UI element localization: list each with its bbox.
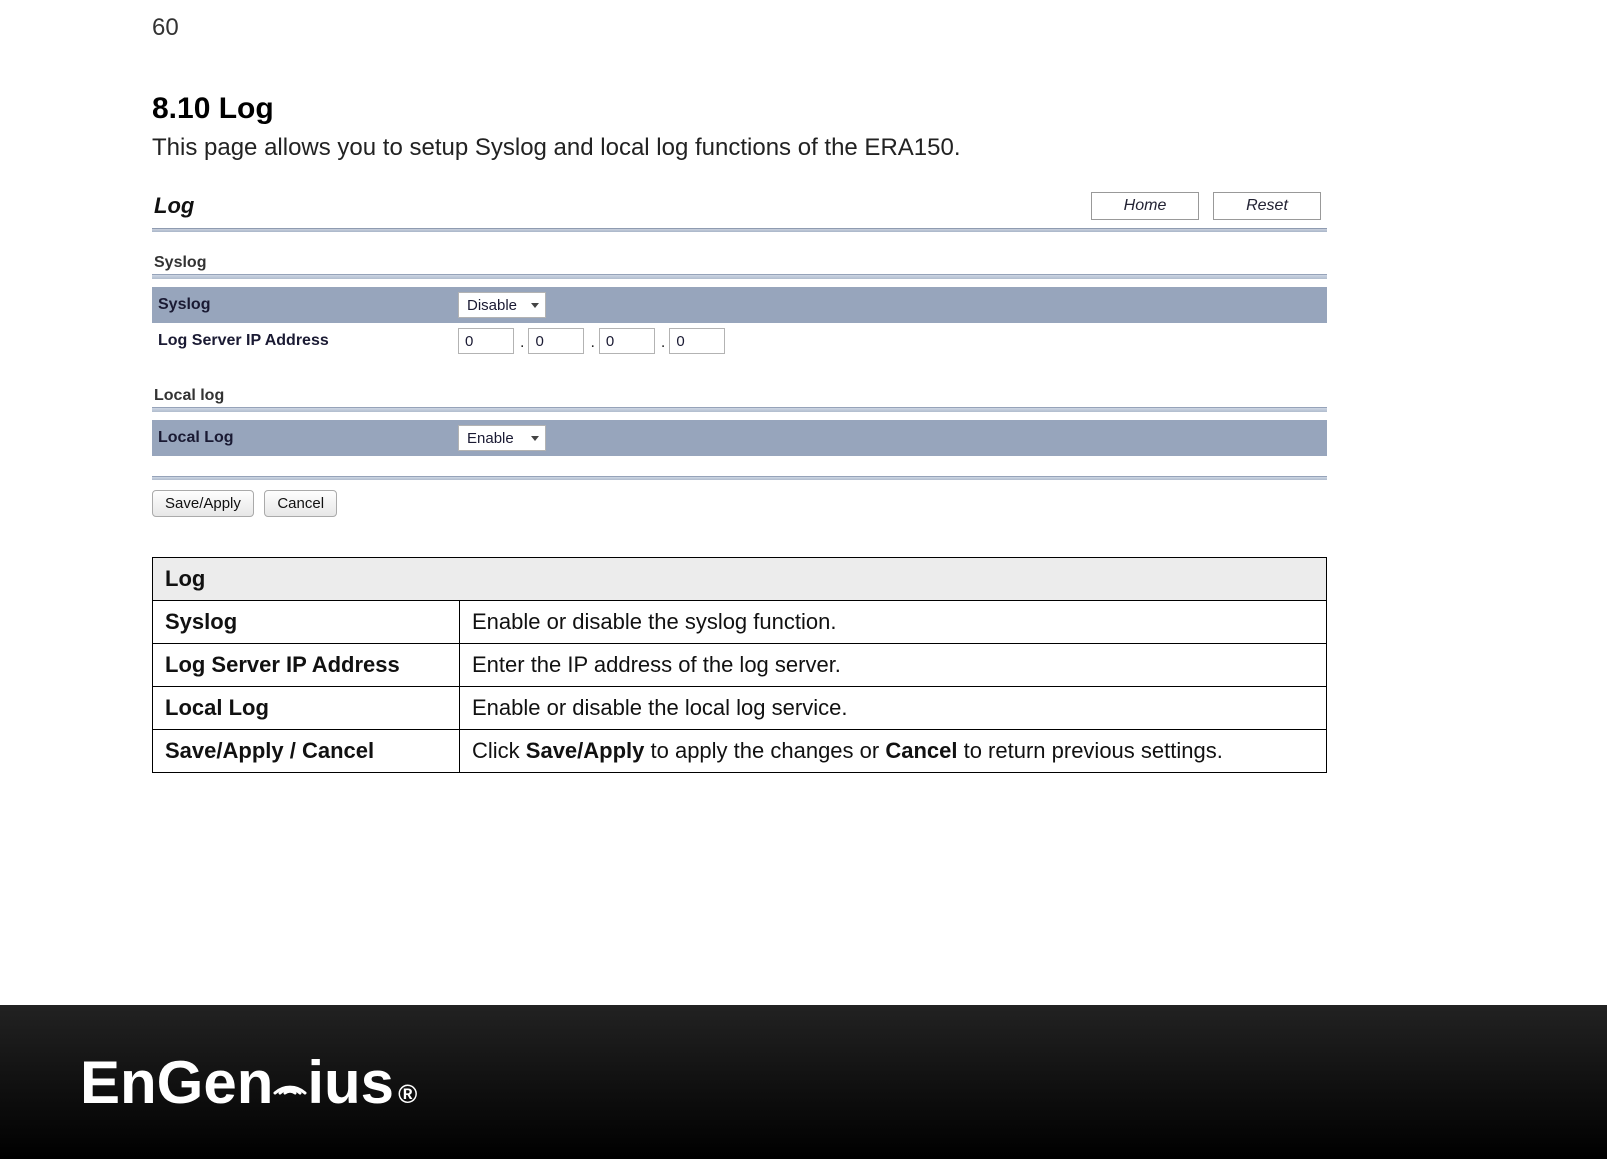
table-key: Save/Apply / Cancel [153,730,460,773]
cancel-button[interactable]: Cancel [264,490,337,517]
local-log-select[interactable]: Enable [458,425,546,451]
divider [152,476,1327,480]
divider [152,274,1327,279]
table-desc: Enter the IP address of the log server. [460,644,1327,687]
syslog-select[interactable]: Disable [458,292,546,318]
page-number: 60 [152,14,179,42]
home-button[interactable]: Home [1091,192,1199,220]
table-key: Syslog [153,601,460,644]
divider [152,407,1327,412]
table-header: Log [153,558,1327,601]
local-log-group-title: Local log [154,387,1327,405]
table-row: Log Server IP AddressEnter the IP addres… [153,644,1327,687]
registered-mark: ® [398,1079,417,1110]
local-log-label: Local Log [158,429,458,447]
reset-button[interactable]: Reset [1213,192,1321,220]
ip-separator: . [514,326,528,356]
log-server-ip-row: Log Server IP Address 0 . 0 . 0 . 0 [152,323,1327,359]
save-apply-button[interactable]: Save/Apply [152,490,254,517]
explanation-table: Log SyslogEnable or disable the syslog f… [152,557,1327,773]
table-desc: Click Save/Apply to apply the changes or… [460,730,1327,773]
section-title: 8.10 Log [152,92,1327,126]
log-server-ip-label: Log Server IP Address [158,332,458,350]
ip-separator: . [584,326,598,356]
table-row: Save/Apply / CancelClick Save/Apply to a… [153,730,1327,773]
syslog-label: Syslog [158,296,458,314]
syslog-select-value: Disable [467,297,517,314]
chevron-down-icon [531,303,539,308]
table-row: SyslogEnable or disable the syslog funct… [153,601,1327,644]
ip-octet-1-input[interactable]: 0 [458,328,514,354]
ip-octet-2-input[interactable]: 0 [528,328,584,354]
divider [152,228,1327,232]
table-desc: Enable or disable the local log service. [460,687,1327,730]
panel-title: Log [154,193,194,219]
ip-octet-3-input[interactable]: 0 [599,328,655,354]
syslog-group-title: Syslog [154,254,1327,272]
syslog-row: Syslog Disable [152,287,1327,323]
local-log-row: Local Log Enable [152,420,1327,456]
ip-separator: . [655,326,669,356]
local-log-select-value: Enable [467,430,514,447]
footer-bar: EnGen ius® [0,1005,1607,1159]
table-row: Local LogEnable or disable the local log… [153,687,1327,730]
brand-logo: EnGen ius® [80,1048,417,1117]
ip-octet-4-input[interactable]: 0 [669,328,725,354]
section-lead: This page allows you to setup Syslog and… [152,134,1327,162]
table-key: Log Server IP Address [153,644,460,687]
chevron-down-icon [531,436,539,441]
log-settings-panel: Log Home Reset Syslog Syslog Disable Log… [152,188,1327,517]
table-desc: Enable or disable the syslog function. [460,601,1327,644]
table-key: Local Log [153,687,460,730]
